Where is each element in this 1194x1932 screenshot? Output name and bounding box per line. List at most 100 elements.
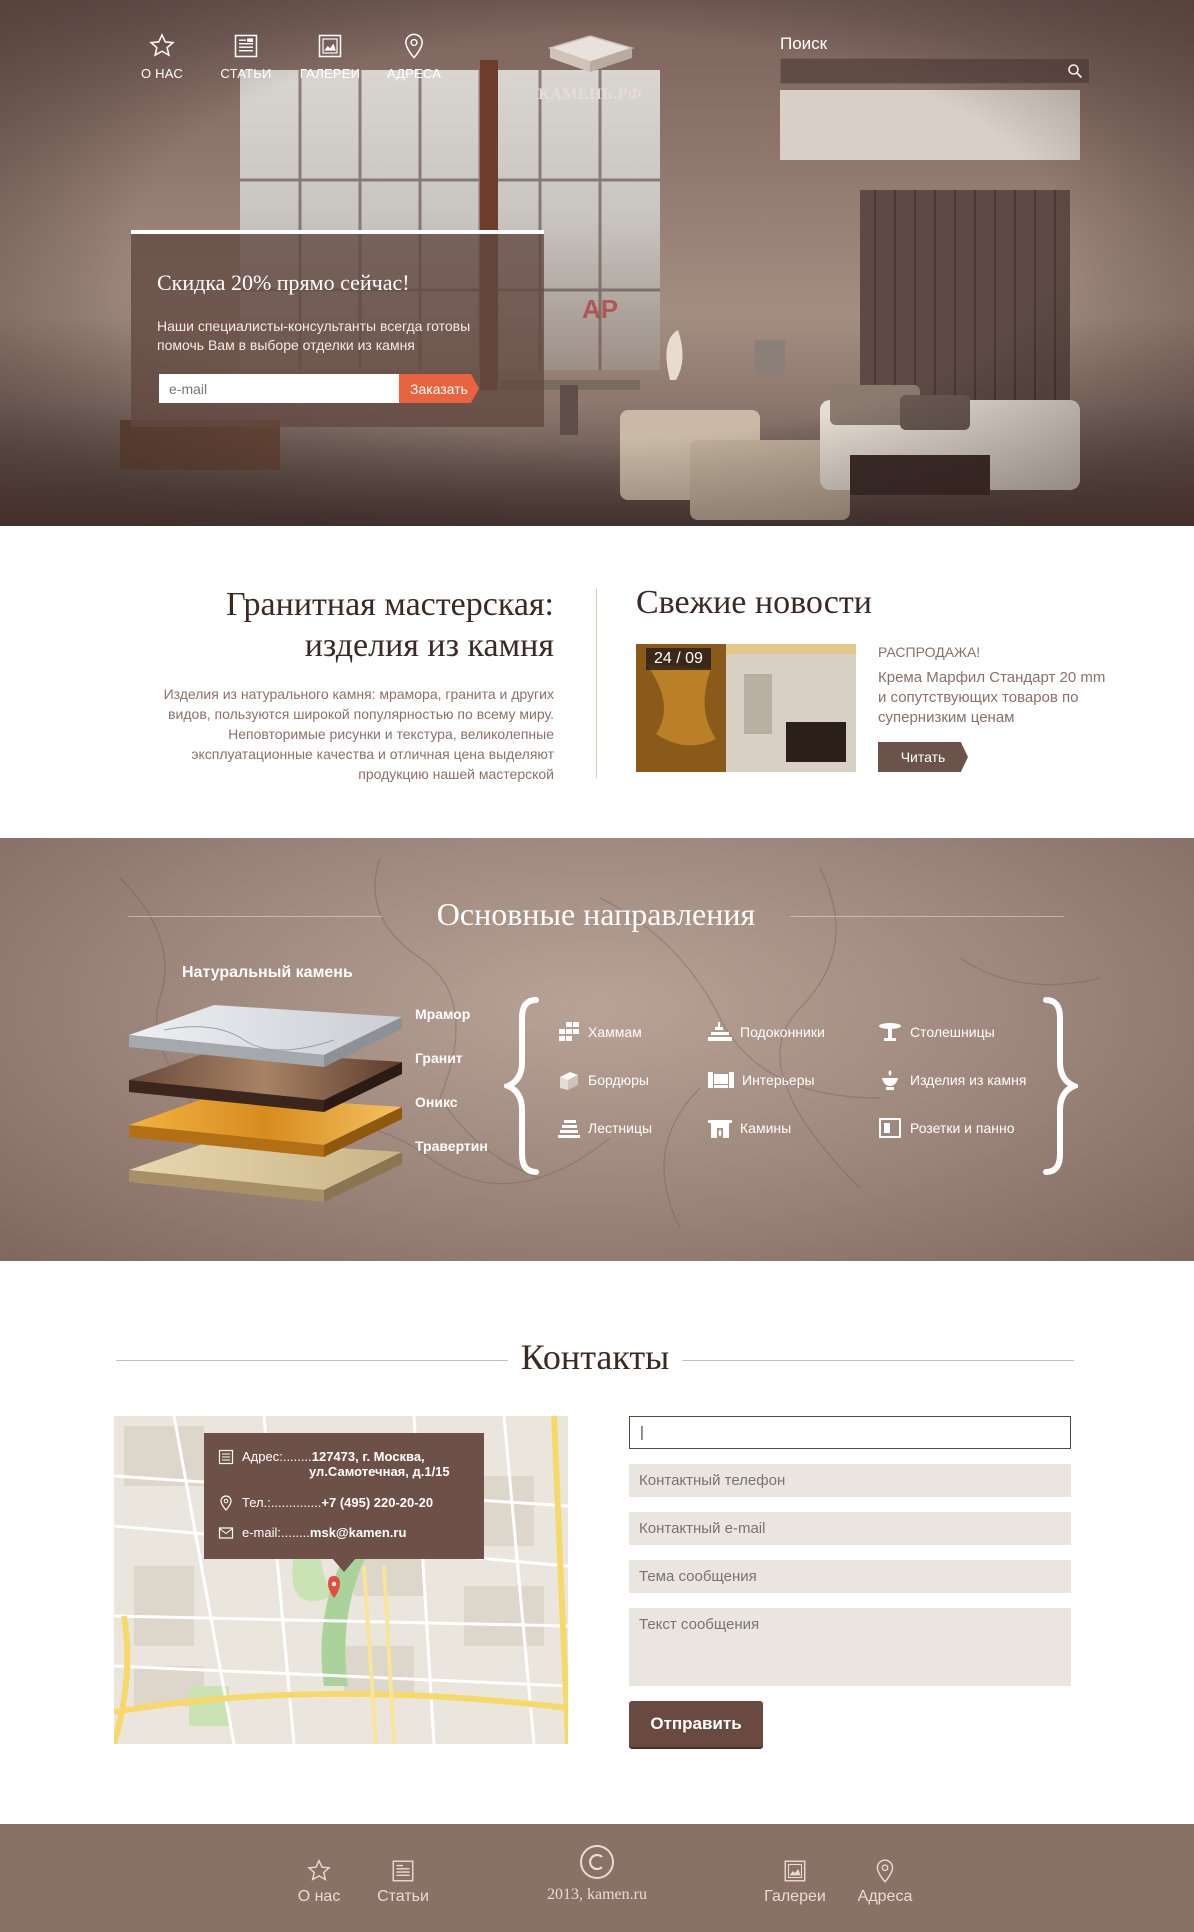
about-section: Гранитная мастерская: изделия из камня И… — [150, 584, 554, 784]
news-title: Свежие новости — [636, 584, 872, 621]
direction-fireplaces[interactable]: Камины — [708, 1118, 791, 1138]
promo-title: Скидка 20% прямо сейчас! — [157, 270, 410, 295]
news-date: 24 / 09 — [646, 648, 711, 670]
direction-label: Хаммам — [588, 1024, 642, 1040]
direction-label: Камины — [740, 1120, 792, 1136]
directions-section: Основные направления Натуральный камень — [0, 838, 1194, 1261]
copyright: 2013, kamen.ru — [520, 1844, 674, 1904]
promo-email-input[interactable] — [159, 374, 399, 403]
nav-label: Статьи — [220, 66, 272, 81]
footer-nav-galleries[interactable]: Галереи — [750, 1858, 840, 1906]
vertical-divider — [596, 588, 597, 778]
name-field[interactable] — [629, 1416, 1071, 1449]
windowsill-icon — [708, 1022, 732, 1041]
direction-interiors[interactable]: Интерьеры — [708, 1070, 815, 1090]
nav-label: Галереи — [299, 66, 361, 81]
map-pin-icon — [220, 1495, 232, 1511]
promo-box: Скидка 20% прямо сейчас! Наши специалист… — [131, 230, 544, 427]
footer-nav-label: О нас — [297, 1888, 341, 1905]
nav-item-about[interactable]: О нас — [120, 32, 204, 81]
address-label: Адрес:........ — [242, 1449, 312, 1464]
address-row: Адрес:........127473, г. Москва, ул.Само… — [218, 1449, 450, 1479]
search-box — [780, 58, 1090, 84]
direction-label: Столешницы — [910, 1024, 995, 1040]
email-label: e-mail:........ — [242, 1525, 310, 1540]
message-field[interactable] — [629, 1608, 1071, 1686]
footer-nav-label: Галереи — [764, 1888, 826, 1905]
nav-label: Адреса — [386, 66, 442, 81]
direction-sockets-panels[interactable]: Розетки и панно — [878, 1118, 1015, 1138]
right-brace — [1043, 997, 1078, 1175]
phone-field[interactable] — [629, 1464, 1071, 1497]
stone-marble[interactable]: Мрамор — [415, 1006, 470, 1022]
stone-slab-logo-icon — [547, 35, 635, 72]
map-pin-icon — [876, 1859, 894, 1883]
subject-field[interactable] — [629, 1560, 1071, 1593]
stone-granite[interactable]: Гранит — [415, 1050, 463, 1066]
nav-item-addresses[interactable]: Адреса — [372, 32, 456, 81]
about-text: Изделия из натурального камня: мрамора, … — [163, 686, 554, 782]
phone-value[interactable]: +7 (495) 220-20-20 — [321, 1495, 433, 1510]
search-label: Поиск — [780, 34, 828, 53]
newspaper-icon — [234, 34, 258, 58]
direction-label: Подоконники — [740, 1024, 825, 1040]
card-pointer — [332, 1558, 356, 1572]
footer-nav-articles[interactable]: Статьи — [358, 1858, 448, 1906]
email-field[interactable] — [629, 1512, 1071, 1545]
direction-label: Бордюры — [588, 1072, 649, 1088]
contacts-title: Контакты — [520, 1337, 670, 1377]
footer-nav-addresses[interactable]: Адреса — [840, 1858, 930, 1906]
direction-windowsills[interactable]: Подоконники — [708, 1022, 825, 1042]
news-text: Крема Марфил Стандарт 20 mm и сопутствую… — [878, 669, 1106, 726]
direction-stairs[interactable]: Лестницы — [558, 1118, 652, 1138]
footer-nav-label: Адреса — [857, 1888, 913, 1905]
order-button[interactable]: Заказать — [399, 374, 479, 403]
search-input[interactable] — [781, 59, 1089, 83]
address-card: Адрес:........127473, г. Москва, ул.Само… — [204, 1433, 484, 1572]
table-icon — [879, 1023, 901, 1041]
send-button[interactable]: Отправить — [629, 1701, 763, 1747]
search-icon[interactable] — [1067, 63, 1083, 79]
address-value-1: 127473, г. Москва, — [311, 1449, 425, 1464]
footer-nav-label: Статьи — [377, 1888, 429, 1905]
copyright-text: 2013, kamen.ru — [547, 1886, 647, 1903]
newspaper-icon — [218, 1449, 234, 1465]
interior-icon — [708, 1072, 734, 1088]
logo-text: КАМЕНЬ.РФ — [538, 86, 642, 103]
read-button[interactable]: Читать — [878, 742, 968, 772]
picture-icon — [318, 34, 342, 58]
direction-countertops[interactable]: Столешницы — [878, 1022, 995, 1042]
stone-travertine[interactable]: Травертин — [415, 1138, 488, 1154]
copyright-icon — [580, 1845, 614, 1879]
contacts-title-row: Контакты — [116, 1336, 1074, 1380]
hero-banner: AP О нас Статьи Галереи Адреса КАМЕНЬ.РФ — [0, 0, 1194, 526]
nav-item-articles[interactable]: Статьи — [204, 32, 288, 81]
fireplace-icon — [708, 1120, 732, 1138]
stone-onyx[interactable]: Оникс — [415, 1094, 458, 1110]
direction-label: Изделия из камня — [910, 1072, 1027, 1088]
directions-title-row: Основные направления — [128, 896, 1064, 936]
search-block: Поиск — [780, 34, 1090, 84]
direction-label: Розетки и панно — [910, 1120, 1015, 1136]
about-title-line1: Гранитная мастерская: — [226, 586, 554, 623]
tiles-icon — [559, 1022, 579, 1041]
site-logo[interactable]: КАМЕНЬ.РФ — [530, 30, 650, 104]
vase-icon — [882, 1070, 898, 1090]
newspaper-icon — [392, 1860, 414, 1882]
direction-label: Лестницы — [588, 1120, 653, 1136]
direction-label: Интерьеры — [742, 1072, 815, 1088]
border-cube-icon — [560, 1072, 578, 1090]
about-title: Гранитная мастерская: изделия из камня — [150, 584, 554, 666]
about-title-line2: изделия из камня — [304, 627, 554, 664]
address-value-2: ул.Самотечная, д.1/15 — [309, 1464, 450, 1479]
direction-borders[interactable]: Бордюры — [558, 1070, 649, 1090]
map-pin-icon — [405, 33, 423, 59]
direction-stone-products[interactable]: Изделия из камня — [878, 1070, 1026, 1090]
direction-hammam[interactable]: Хаммам — [558, 1022, 642, 1042]
footer-nav-about[interactable]: О нас — [274, 1858, 364, 1906]
natural-stone-title: Натуральный камень — [182, 964, 353, 981]
email-value[interactable]: msk@kamen.ru — [310, 1525, 407, 1540]
stairs-icon — [558, 1120, 580, 1138]
promo-text: Наши специалисты-консультанты всегда гот… — [157, 318, 471, 353]
nav-item-galleries[interactable]: Галереи — [288, 32, 372, 81]
